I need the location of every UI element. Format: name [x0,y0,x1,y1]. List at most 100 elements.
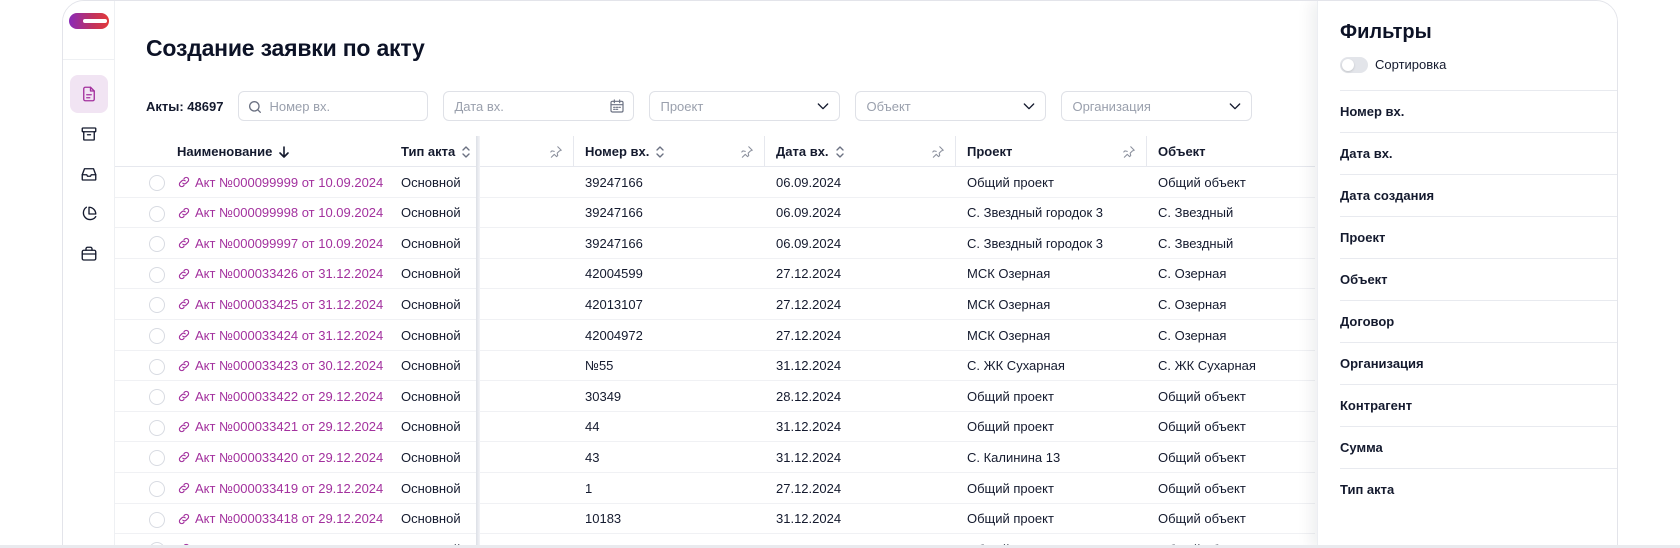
filter-item[interactable]: Объект [1340,258,1617,300]
sidebar-item-archive[interactable] [70,115,108,153]
filter-item[interactable]: Номер вх. [1340,90,1617,132]
act-type-cell: Основной [401,388,461,404]
act-name[interactable]: Акт №000033421 от 29.12.2024 [195,419,383,434]
row-select-radio[interactable] [149,450,165,467]
table-row[interactable]: Акт №000099997 от 10.09.2024 Основной 3924… [115,228,1315,259]
act-type-cell: Основной [401,235,461,251]
date-input[interactable]: Дата вх. [443,91,635,121]
row-select-radio[interactable] [149,511,165,528]
table-row[interactable]: Акт №000033422 от 29.12.2024 Основной 3034… [115,381,1315,412]
act-name[interactable]: Акт №000033425 от 31.12.2024 [195,297,383,312]
column-header-project[interactable]: Проект [967,136,1012,167]
row-select-radio[interactable] [149,297,165,314]
act-project-cell: Общий проект [967,174,1054,190]
row-select-radio[interactable] [149,236,165,253]
column-header-type[interactable]: Тип акта [401,136,471,167]
object-select[interactable]: Объект [855,91,1047,121]
filter-item[interactable]: Организация [1340,342,1617,384]
organization-select[interactable]: Организация [1061,91,1253,121]
act-date-cell: 31.12.2024 [776,358,842,374]
sort-icon[interactable] [835,145,845,159]
filter-item[interactable]: Проект [1340,216,1617,258]
act-type-cell: Основной [401,449,461,465]
act-object-cell: Общий объект [1158,388,1246,404]
row-select-radio[interactable] [149,419,165,436]
act-name[interactable]: Акт №000033424 от 31.12.2024 [195,328,383,343]
act-number-cell: 39247166 [585,174,643,190]
table-row[interactable]: Акт №000033421 от 29.12.2024 Основной 44 31… [115,412,1315,443]
filter-item[interactable]: Договор [1340,300,1617,342]
act-number-cell: 39247166 [585,205,643,221]
app-logo[interactable] [69,13,109,29]
row-select-radio[interactable] [149,328,165,344]
row-select-radio[interactable] [149,266,165,283]
act-project-cell: Общий проект [967,480,1054,496]
table-row[interactable]: Акт №000033423 от 30.12.2024 Основной №55 3… [115,351,1315,382]
act-name[interactable]: Акт №000033426 от 31.12.2024 [195,266,383,281]
act-object-cell: С. Озерная [1158,327,1227,343]
table-row[interactable]: Акт №000033418 от 29.12.2024 Основной 1018… [115,504,1315,535]
column-header-name[interactable]: Наименование [177,136,290,167]
act-date-cell: 31.12.2024 [776,449,842,465]
filter-item[interactable]: Дата создания [1340,174,1617,216]
filter-item-label: Тип акта [1340,482,1395,497]
row-select-radio[interactable] [149,389,165,406]
pin-icon[interactable] [1122,145,1136,159]
table-row[interactable]: Акт №000033424 от 31.12.2024 Основной 4200… [115,320,1315,351]
act-name[interactable]: Акт №000099999 от 10.09.2024 [195,175,383,190]
act-name[interactable]: Акт №000033419 от 29.12.2024 [195,481,383,496]
pin-icon[interactable] [549,145,563,159]
table-row[interactable]: Акт №000033425 от 31.12.2024 Основной 4201… [115,289,1315,320]
filter-item[interactable]: Сумма [1340,426,1617,468]
acts-table: Наименование Тип акта Номер вх. Дата вх. [115,136,1315,547]
table-row[interactable]: Акт №000099999 от 10.09.2024 Основной 3924… [115,167,1315,198]
table-row[interactable]: Акт №000033419 от 29.12.2024 Основной 1 27.… [115,473,1315,504]
sort-icon[interactable] [655,145,665,159]
sidebar-item-portfolio[interactable] [70,235,108,273]
filter-item[interactable]: Тип акта [1340,468,1617,510]
column-object-label: Объект [1158,144,1206,159]
sidebar-item-reports[interactable] [70,195,108,233]
project-select[interactable]: Проект [649,91,841,121]
divider [63,59,115,60]
act-name[interactable]: Акт №000099997 от 10.09.2024 [195,236,383,251]
column-header-object[interactable]: Объект [1158,136,1206,167]
act-number-cell: 42004972 [585,327,643,343]
sort-desc-icon[interactable] [278,145,290,159]
filter-item[interactable]: Контрагент [1340,384,1617,426]
act-name[interactable]: Акт №000033423 от 30.12.2024 [195,358,383,373]
filter-item-label: Контрагент [1340,398,1413,413]
link-icon [178,329,190,341]
column-project-label: Проект [967,144,1013,159]
act-name[interactable]: Акт №000099998 от 10.09.2024 [195,205,383,220]
row-select-radio[interactable] [149,481,165,497]
sort-toggle[interactable] [1340,57,1368,73]
row-select-radio[interactable] [149,358,165,375]
row-select-radio[interactable] [149,175,165,191]
table-header: Наименование Тип акта Номер вх. Дата вх. [115,136,1315,167]
search-input[interactable]: Номер вх. [238,91,429,121]
calendar-icon[interactable] [609,98,625,114]
pin-icon[interactable] [931,145,945,159]
sort-icon[interactable] [461,145,471,159]
sidebar-item-inbox[interactable] [70,155,108,193]
column-header-number[interactable]: Номер вх. [585,136,665,167]
filter-item[interactable]: Дата вх. [1340,132,1617,174]
archive-icon [81,127,97,141]
row-select-radio[interactable] [149,205,165,222]
act-type-cell: Основной [401,174,461,190]
sticky-column-divider [476,136,480,547]
organization-placeholder: Организация [1072,98,1151,114]
link-icon [178,176,190,188]
column-header-date[interactable]: Дата вх. [776,136,845,167]
sidebar-item-documents[interactable] [70,75,108,113]
link-icon [178,360,190,371]
table-row[interactable]: Акт №000033420 от 29.12.2024 Основной 43 31… [115,442,1315,473]
table-row[interactable]: Акт №000099998 от 10.09.2024 Основной 3924… [115,198,1315,229]
acts-count: Акты: 48697 [146,98,224,114]
table-row[interactable]: Акт №000033426 от 31.12.2024 Основной 4200… [115,259,1315,290]
pin-icon[interactable] [740,145,754,159]
act-name[interactable]: Акт №000033420 от 29.12.2024 [195,450,383,465]
act-name[interactable]: Акт №000033418 от 29.12.2024 [195,511,383,526]
act-name[interactable]: Акт №000033422 от 29.12.2024 [195,389,383,404]
